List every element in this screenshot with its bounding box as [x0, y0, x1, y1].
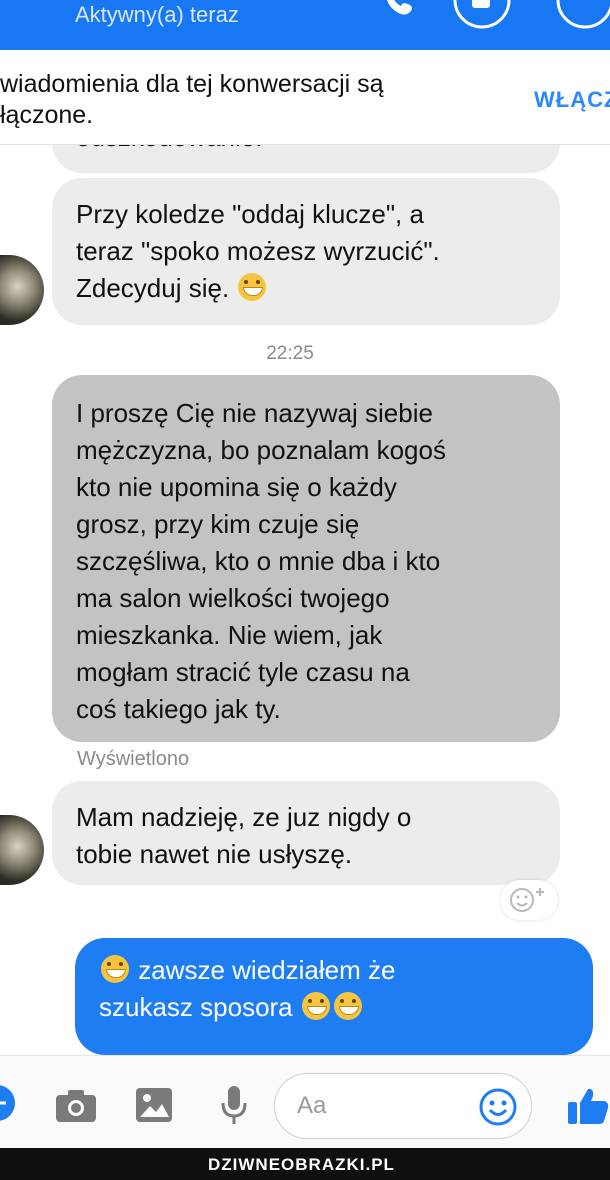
emoji-icon[interactable] [479, 1088, 517, 1126]
message-line: tobie nawet nie usłyszę. [76, 839, 353, 869]
message-input[interactable]: Aa [274, 1073, 532, 1139]
message-line: mężczyzna, bo poznalam kogoś [76, 435, 446, 465]
site-footer: DZIWNEOBRAZKI.PL [0, 1148, 610, 1180]
message-line: kto nie upomina się o każdy [76, 472, 397, 502]
message-line: grosz, przy kim czuje się [76, 509, 360, 539]
thumbs-up-icon[interactable] [566, 1086, 610, 1126]
message-line: Mam nadzieję, ze juz nigdy o [76, 802, 412, 832]
notification-banner: wiadomienia dla tej konwersacji są łączo… [0, 50, 610, 145]
avatar[interactable] [0, 255, 44, 325]
banner-text: wiadomienia dla tej konwersacji są łączo… [0, 69, 480, 131]
laughing-face-icon [333, 992, 362, 1020]
grinning-face-icon [238, 273, 267, 301]
message-line: szukasz sposora [99, 989, 569, 1026]
banner-line: wiadomienia dla tej konwersacji są [0, 70, 384, 98]
conversation-header: Aktywny(a) teraz [0, 0, 610, 50]
banner-line: łączone. [0, 101, 94, 129]
info-icon[interactable] [555, 0, 610, 30]
message-line: teraz "spoko możesz wyrzucić". [76, 236, 440, 266]
smiley-plus-icon [510, 888, 544, 912]
message-bubble-outgoing: zawsze wiedziałem że szukasz sposora [75, 938, 593, 1055]
message-line: mieszkanka. Nie wiem, jak [76, 620, 383, 650]
message-line: zawsze wiedziałem że [99, 952, 569, 989]
message-line: Przy koledze "oddaj klucze", a [76, 199, 424, 229]
add-reaction-button[interactable] [500, 880, 558, 920]
message-bubble-highlighted: I proszę Cię nie nazywaj siebie mężczyzn… [52, 375, 560, 742]
laughing-face-icon [301, 992, 330, 1020]
message-composer: Aa [0, 1055, 610, 1149]
microphone-icon[interactable] [220, 1085, 248, 1125]
phone-icon[interactable] [376, 0, 416, 18]
message-list: odszkodowanie. Przy koledze "oddaj klucz… [0, 145, 610, 1055]
message-line: ma salon wielkości twojego [76, 583, 390, 613]
camera-icon[interactable] [55, 1089, 97, 1123]
message-bubble-partial: odszkodowanie. [52, 145, 560, 173]
message-input-placeholder: Aa [297, 1092, 327, 1119]
message-text: odszkodowanie. [76, 145, 536, 156]
image-icon[interactable] [135, 1087, 173, 1123]
message-line: szczęśliwa, kto o mnie dba i kto [76, 546, 441, 576]
site-logo: DZIWNEOBRAZKI.PL [208, 1155, 395, 1174]
plus-icon[interactable] [0, 1084, 16, 1122]
message-bubble-incoming: Przy koledze "oddaj klucze", a teraz "sp… [52, 178, 560, 325]
laughing-face-icon [101, 955, 129, 983]
message-line: coś takiego jak ty. [76, 694, 281, 724]
message-line: Zdecyduj się. [76, 270, 536, 307]
message-timestamp: 22:25 [266, 343, 314, 364]
seen-status: Wyświetlono [77, 748, 190, 770]
message-bubble-incoming: Mam nadzieję, ze juz nigdy o tobie nawet… [52, 781, 560, 885]
active-status: Aktywny(a) teraz [75, 2, 239, 27]
video-call-icon[interactable] [452, 0, 512, 30]
message-line: I proszę Cię nie nazywaj siebie [76, 398, 433, 428]
avatar[interactable] [0, 815, 44, 885]
enable-notifications-button[interactable]: WŁĄCZ [534, 87, 610, 113]
message-line: mogłam stracić tyle czasu na [76, 657, 410, 687]
